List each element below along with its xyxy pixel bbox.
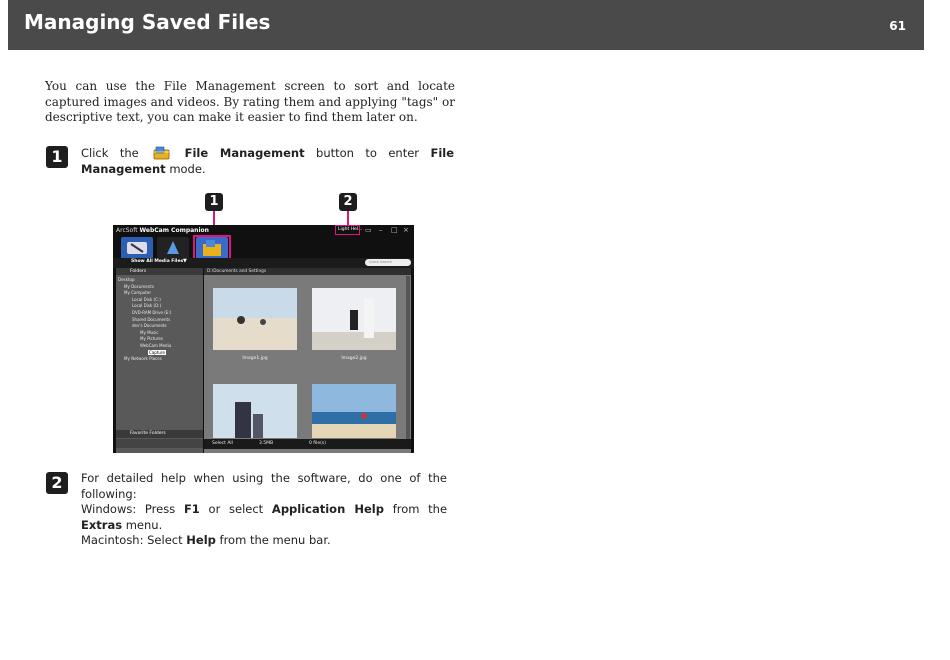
- step-2-badge: 2: [46, 472, 68, 494]
- quick-search-input[interactable]: Quick Search: [365, 259, 411, 266]
- edit-mode-button[interactable]: [157, 237, 189, 259]
- folders-panel: Folders Desktop My Documents My Computer…: [116, 268, 203, 453]
- camera-icon: [127, 242, 147, 254]
- thumbnail-image4[interactable]: [312, 384, 396, 438]
- status-bar: Select All 3.5MB 0 file(s): [204, 439, 411, 449]
- path-bar: D:\Documents and Settings: [204, 268, 411, 275]
- favorite-icons-bar: [116, 439, 203, 448]
- tree-item[interactable]: dev's Documents: [118, 323, 171, 330]
- media-browser: D:\Documents and Settings Image1.jpg Ima…: [204, 268, 411, 453]
- capture-mode-button[interactable]: [121, 237, 153, 259]
- close-icon[interactable]: ×: [403, 226, 409, 234]
- callout-1: 1: [205, 193, 223, 211]
- tree-item[interactable]: Shared Documents: [118, 317, 171, 324]
- brand-label: ArcSoft: [116, 227, 138, 234]
- thumbnail-image1[interactable]: [213, 288, 297, 350]
- step-2-line1: For detailed help when using the softwar…: [81, 471, 447, 501]
- file-management-button[interactable]: [196, 237, 228, 259]
- folder-tree: Desktop My Documents My Computer Local D…: [118, 277, 171, 363]
- select-all-checkbox[interactable]: Select All: [212, 439, 233, 449]
- step-2-text: For detailed help when using the softwar…: [81, 471, 447, 549]
- help-button[interactable]: Light Hel...: [338, 227, 362, 232]
- tree-item[interactable]: DVD-RAM Drive (E:): [118, 310, 171, 317]
- app-title-bar: ArcSoft WebCam Companion: [116, 227, 209, 234]
- folders-header: Folders: [116, 268, 203, 275]
- page-title: Managing Saved Files: [24, 10, 271, 34]
- app-title: WebCam Companion: [139, 227, 209, 234]
- thumbnail-image2[interactable]: [312, 288, 396, 350]
- tree-item[interactable]: Local Disk (D:): [118, 303, 171, 310]
- intro-paragraph: You can use the File Management screen t…: [45, 79, 455, 124]
- file-management-folder-icon: [203, 240, 221, 256]
- step-2-macintosh: Macintosh: Select Help from the menu bar…: [81, 533, 331, 547]
- file-management-icon: [153, 146, 170, 160]
- maximize-icon[interactable]: □: [391, 226, 398, 234]
- step-1-text: Click the File Management button to ente…: [81, 146, 454, 177]
- tree-item[interactable]: My Pictures: [118, 336, 171, 343]
- tree-item[interactable]: My Music: [118, 330, 171, 337]
- tree-item[interactable]: Desktop: [118, 277, 171, 284]
- tree-item[interactable]: Local Disk (C:): [118, 297, 171, 304]
- edit-icon: [167, 241, 179, 254]
- folder-icon[interactable]: ▭: [365, 226, 372, 234]
- callout-2: 2: [339, 193, 357, 211]
- thumbnail-caption-1: Image1.jpg: [242, 356, 268, 361]
- secondary-toolbar: Show All Media Files ▼ Quick Search: [113, 258, 414, 268]
- page-number: 61: [889, 19, 906, 33]
- chevron-down-icon[interactable]: ▼: [183, 258, 187, 264]
- step-1-post: mode.: [169, 161, 206, 176]
- size-readout: 3.5MB: [259, 441, 274, 446]
- file-count: 0 file(s): [309, 441, 327, 446]
- tree-item[interactable]: My Documents: [118, 284, 171, 291]
- webcam-companion-screenshot: ArcSoft WebCam Companion Light Hel... ▭ …: [113, 225, 414, 453]
- thumbnail-caption-2: Image2.jpg: [341, 356, 367, 361]
- thumbnail-image3[interactable]: [213, 384, 297, 438]
- show-all-dropdown[interactable]: Show All Media Files: [131, 259, 183, 264]
- step-2-windows: Windows: Press F1 or select Application …: [81, 502, 448, 532]
- tree-item-selected[interactable]: Capture: [148, 349, 166, 355]
- step-1-pre: Click the: [81, 146, 139, 160]
- tree-item[interactable]: WebCam Media: [118, 343, 171, 350]
- step-1-badge: 1: [46, 146, 68, 168]
- scrollbar[interactable]: [406, 276, 410, 446]
- file-management-label: File Management: [184, 146, 305, 160]
- minimize-icon[interactable]: –: [379, 226, 383, 234]
- favorite-folders-header: Favorite Folders: [116, 430, 203, 438]
- page-header: Managing Saved Files 61: [8, 0, 924, 50]
- step-1-mid: button to enter: [316, 146, 420, 160]
- tree-item[interactable]: My Computer: [118, 290, 171, 297]
- tree-item[interactable]: My Network Places: [118, 356, 171, 363]
